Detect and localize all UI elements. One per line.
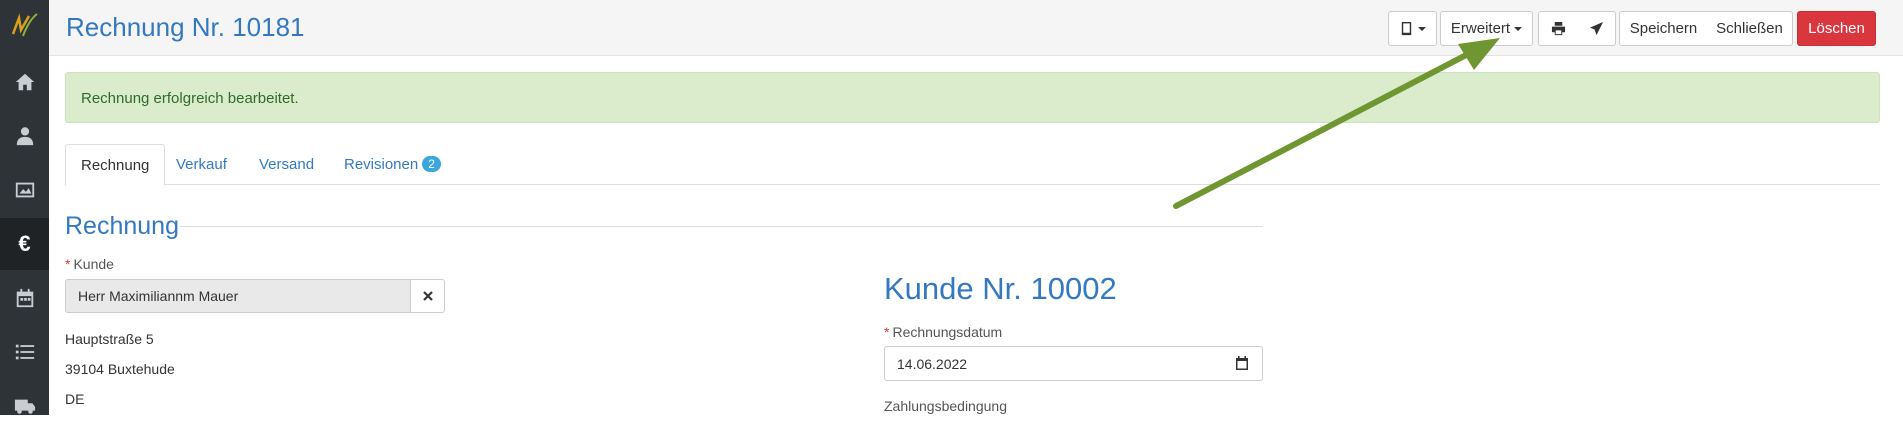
address-street: Hauptstraße 5 [65, 331, 154, 347]
print-button[interactable] [1538, 11, 1578, 46]
kunde-label-text: Kunde [73, 256, 114, 272]
save-button[interactable]: Speichern [1619, 11, 1708, 46]
required-marker: * [65, 256, 71, 272]
tab-rechnung[interactable]: Rechnung [65, 144, 166, 186]
home-icon[interactable] [0, 56, 49, 108]
paper-plane-icon [1589, 21, 1603, 36]
tablet-icon [1401, 21, 1412, 36]
section-title: Rechnung [65, 212, 179, 240]
rechnungsdatum-input[interactable]: 14.06.2022 [884, 346, 1263, 381]
success-alert: Rechnung erfolgreich bearbeitet. [65, 72, 1880, 123]
tab-verkauf[interactable]: Verkauf [161, 144, 242, 185]
save-label: Speichern [1629, 20, 1698, 37]
delete-button[interactable]: Löschen [1797, 11, 1876, 46]
close-button[interactable]: Schließen [1707, 11, 1793, 46]
kunde-field[interactable]: Herr Maximiliannm Mauer [65, 279, 411, 313]
close-label: Schließen [1716, 20, 1783, 37]
tab-label: Versand [259, 156, 315, 173]
section-divider [180, 226, 1263, 227]
erweitert-label: Erweitert [1450, 20, 1511, 37]
erweitert-dropdown-button[interactable]: Erweitert [1440, 11, 1533, 46]
chevron-down-icon [1418, 26, 1426, 31]
address-city: 39104 Buxtehude [65, 361, 175, 377]
close-icon [422, 291, 433, 301]
clear-kunde-button[interactable] [410, 279, 445, 313]
device-dropdown-button[interactable] [1388, 11, 1437, 46]
address-country: DE [65, 391, 85, 407]
chevron-down-icon [1514, 26, 1523, 31]
tab-versand[interactable]: Versand [244, 144, 329, 185]
image-icon[interactable] [0, 164, 49, 216]
euro-icon[interactable]: € [0, 218, 49, 270]
truck-icon[interactable] [0, 380, 49, 432]
kunde-label: * Kunde [65, 256, 114, 272]
calendar-picker-icon[interactable] [1234, 355, 1250, 371]
tab-label: Verkauf [176, 156, 227, 173]
page-title: Rechnung Nr. 10181 [66, 12, 305, 42]
tab-label: Revisionen [344, 156, 419, 173]
zahlungsbedingung-label: Zahlungsbedingung [884, 398, 1007, 414]
euro-glyph: € [18, 231, 31, 256]
print-icon [1551, 21, 1565, 36]
tab-revisionen[interactable]: Revisionen 2 [329, 144, 456, 185]
tab-label: Rechnung [81, 157, 150, 174]
logo-icon[interactable] [0, 0, 49, 52]
rechnungsdatum-label-text: Rechnungsdatum [892, 324, 1003, 340]
calendar-icon[interactable] [0, 272, 49, 324]
kunde-number-heading: Kunde Nr. 10002 [884, 271, 1117, 306]
alert-message: Rechnung erfolgreich bearbeitet. [81, 90, 299, 107]
rechnungsdatum-label: * Rechnungsdatum [884, 324, 1002, 340]
delete-label: Löschen [1808, 20, 1865, 37]
user-tie-icon[interactable] [0, 110, 49, 162]
send-button[interactable] [1577, 11, 1616, 46]
required-marker: * [884, 324, 890, 340]
list-icon[interactable] [0, 326, 49, 378]
tab-bar: Rechnung Verkauf Versand Revisionen 2 [65, 144, 1880, 186]
sidebar: € [0, 0, 49, 415]
revision-count-badge: 2 [422, 156, 441, 172]
